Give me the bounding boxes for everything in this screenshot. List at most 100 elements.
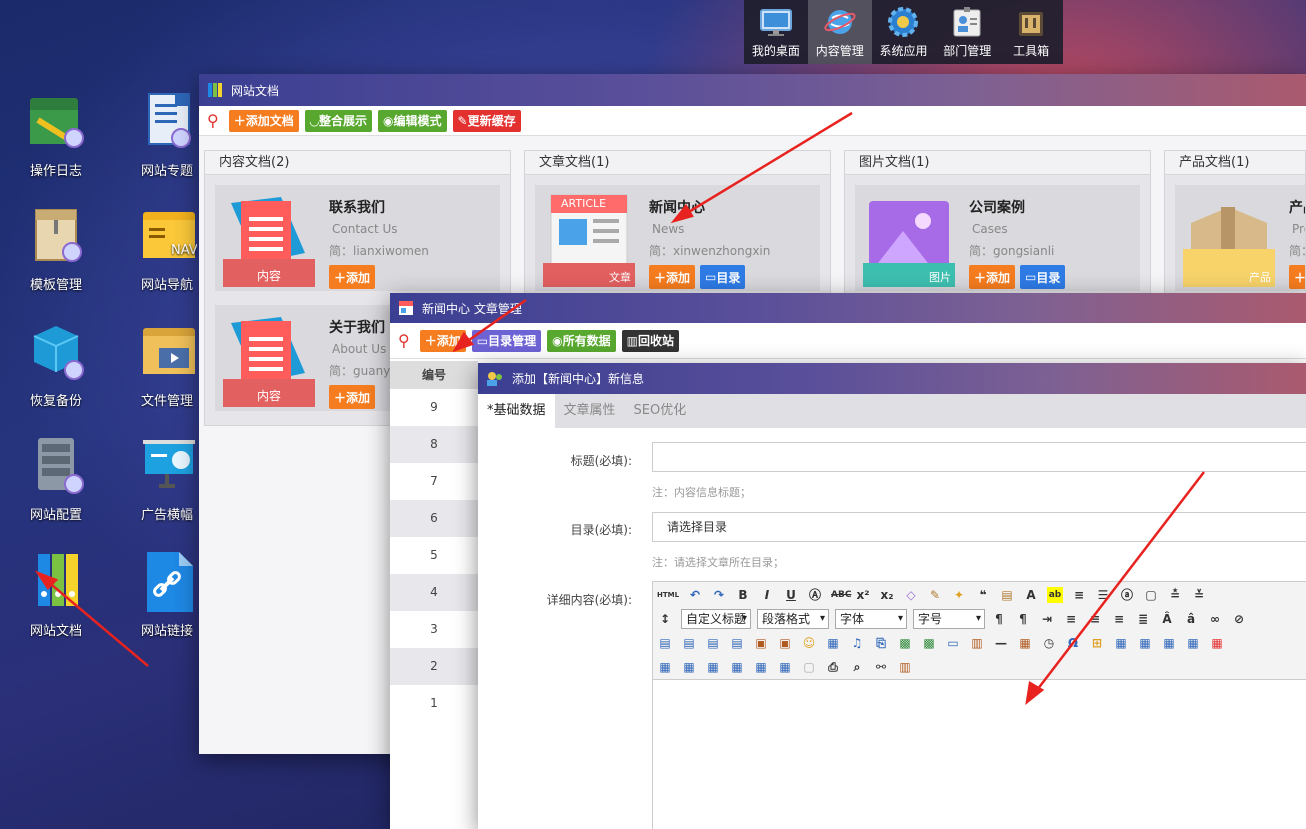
image-float-left-icon[interactable]: ▤ — [681, 635, 697, 651]
search-replace-icon[interactable]: ⚯ — [873, 659, 889, 675]
horizontal-rule-icon[interactable]: — — [993, 635, 1009, 651]
table-row[interactable]: 6 — [390, 500, 478, 537]
unlink-icon[interactable]: ⊘ — [1231, 611, 1247, 627]
recycle-bin-button[interactable]: ▥ 回收站 — [621, 329, 679, 352]
refresh-cache-button[interactable]: ✎ 更新缓存 — [452, 109, 521, 132]
editor-content-area[interactable] — [653, 680, 1306, 829]
align-center-icon[interactable]: ≡ — [1087, 611, 1103, 627]
insert-row-icon[interactable]: ▦ — [1185, 635, 1201, 651]
eraser-icon[interactable]: ◇ — [903, 587, 919, 603]
special-chars-icon[interactable]: Ω — [1065, 635, 1081, 651]
image-center-icon[interactable]: ▤ — [729, 635, 745, 651]
all-data-button[interactable]: ◉ 所有数据 — [547, 329, 616, 352]
window-titlebar[interactable]: 网站文档 — [199, 74, 1306, 106]
table-row[interactable]: 1 — [390, 685, 478, 722]
card-add-button[interactable]: ＋添加 — [329, 385, 376, 409]
card-add-button[interactable]: ＋添加 — [1289, 265, 1305, 289]
font-family-select[interactable]: 字体 — [835, 609, 907, 629]
table-row[interactable]: 4 — [390, 574, 478, 611]
image-float-right-icon[interactable]: ▤ — [705, 635, 721, 651]
window-titlebar[interactable]: 新闻中心 文章管理 — [390, 293, 1306, 323]
link-icon[interactable]: ∞ — [1207, 611, 1223, 627]
subscript-icon[interactable]: x₂ — [879, 587, 895, 603]
strikethrough-icon[interactable]: ABC — [831, 587, 851, 603]
merge-cells-icon[interactable]: ▦ — [657, 659, 673, 675]
time-icon[interactable]: ◷ — [1041, 635, 1057, 651]
page-break-icon[interactable]: ▢ — [801, 659, 817, 675]
line-height-icon[interactable]: ↕ — [657, 611, 673, 627]
desktop-icon-backup[interactable]: 恢复备份 — [16, 320, 96, 409]
doc-card[interactable]: 内容 联系我们 Contact Us 简：lianxiwomen ＋添加 — [215, 185, 500, 291]
desktop-icon-site-topics[interactable]: 网站专题 — [127, 90, 207, 179]
table-row[interactable]: 9 — [390, 389, 478, 426]
taskbar-item-content[interactable]: 内容管理 — [807, 0, 872, 64]
edit-mode-button[interactable]: ◉ 编辑模式 — [378, 109, 447, 132]
paragraph-format-select[interactable]: 段落格式 — [757, 609, 829, 629]
card-add-button[interactable]: ＋添加 — [969, 265, 1016, 289]
delete-row-icon[interactable]: ▦ — [1209, 635, 1225, 651]
card-dir-button[interactable]: ▭ 目录 — [1020, 265, 1066, 289]
template-icon[interactable]: ▥ — [969, 635, 985, 651]
date-icon[interactable]: ▦ — [1017, 635, 1033, 651]
custom-title-select[interactable]: 自定义标题 — [681, 609, 751, 629]
underline-icon[interactable]: U — [783, 587, 799, 603]
row-spacing-top-icon[interactable]: ≛ — [1167, 587, 1183, 603]
doc-card[interactable]: 图片 公司案例 Cases 简：gongsianli ＋添加 ▭ 目录 — [855, 185, 1140, 291]
rtl-icon[interactable]: ¶ — [1015, 611, 1031, 627]
add-article-button[interactable]: ＋添加 — [419, 329, 466, 352]
card-dir-button[interactable]: ▭ 目录 — [700, 265, 746, 289]
lowercase-icon[interactable]: â — [1183, 611, 1199, 627]
font-size-select[interactable]: 字号 — [913, 609, 985, 629]
paste-plain-icon[interactable]: ▤ — [999, 587, 1015, 603]
taskbar-item-toolbox[interactable]: 工具箱 — [999, 0, 1063, 64]
help-icon[interactable]: ⚲ — [398, 331, 410, 350]
desktop-icon-banner[interactable]: 广告横幅 — [127, 434, 207, 523]
indent-icon[interactable]: ⇥ — [1039, 611, 1055, 627]
taskbar-item-system[interactable]: 系统应用 — [872, 0, 936, 64]
ordered-list-icon[interactable]: ≡ — [1071, 587, 1087, 603]
desktop-icon-site-nav[interactable]: NAV 网站导航 — [127, 204, 207, 293]
music-icon[interactable]: ♫ — [849, 635, 865, 651]
table-row[interactable]: 2 — [390, 648, 478, 685]
card-add-button[interactable]: ＋添加 — [329, 265, 376, 289]
desktop-icon-operation-log[interactable]: 操作日志 — [16, 90, 96, 179]
add-doc-button[interactable]: ＋添加文档 — [228, 109, 299, 132]
bold-icon[interactable]: B — [735, 587, 751, 603]
desktop-icon-template-manage[interactable]: 模板管理 — [16, 204, 96, 293]
doc-card[interactable]: 产品 产品 Pro 简： ＋添加 — [1175, 185, 1305, 291]
align-justify-icon[interactable]: ≣ — [1135, 611, 1151, 627]
superscript-icon[interactable]: x² — [855, 587, 871, 603]
taskbar-item-desktop[interactable]: 我的桌面 — [744, 0, 808, 64]
attachment-icon[interactable]: ⎘ — [873, 635, 889, 651]
redo-icon[interactable]: ↷ — [711, 587, 727, 603]
clear-doc-icon[interactable]: ▢ — [1143, 587, 1159, 603]
doc-card[interactable]: ARTICLE 文章 新闻中心 News 简：xinwenzhongxin ＋添… — [535, 185, 820, 291]
desktop-icon-file-manage[interactable]: 文件管理 — [127, 320, 207, 409]
insert-para-icon[interactable]: ▦ — [1161, 635, 1177, 651]
split-cells-icon[interactable]: ▦ — [729, 659, 745, 675]
table-row[interactable]: 5 — [390, 537, 478, 574]
drafts-icon[interactable]: ▥ — [897, 659, 913, 675]
font-color-icon[interactable]: A — [1023, 587, 1039, 603]
desktop-icon-site-links[interactable]: 网站链接 — [127, 550, 207, 639]
card-add-button[interactable]: ＋添加 — [649, 265, 696, 289]
tab-basic[interactable]: *基础数据 — [478, 394, 555, 428]
merge-down-icon[interactable]: ▦ — [705, 659, 721, 675]
italic-icon[interactable]: I — [759, 587, 775, 603]
window-titlebar[interactable]: 添加【新闻中心】新信息 — [478, 363, 1306, 394]
auto-format-icon[interactable]: ✦ — [951, 587, 967, 603]
map-icon[interactable]: ▩ — [897, 635, 913, 651]
font-border-icon[interactable]: Ⓐ — [807, 587, 823, 603]
print-icon[interactable]: ⎙ — [825, 659, 841, 675]
html-source-icon[interactable]: HTML — [657, 587, 679, 603]
iframe-icon[interactable]: ▭ — [945, 635, 961, 651]
desktop-icon-site-config[interactable]: 网站配置 — [16, 434, 96, 523]
select-all-icon[interactable]: ⓐ — [1119, 587, 1135, 603]
image-float-none-icon[interactable]: ▤ — [657, 635, 673, 651]
table-row[interactable]: 8 — [390, 426, 478, 463]
emotion-icon[interactable]: ☺ — [801, 635, 817, 651]
multi-image-icon[interactable]: ▣ — [777, 635, 793, 651]
integrate-display-button[interactable]: ◡ 整合展示 — [304, 109, 372, 132]
merge-right-icon[interactable]: ▦ — [681, 659, 697, 675]
snapscreen-icon[interactable]: ⊞ — [1089, 635, 1105, 651]
